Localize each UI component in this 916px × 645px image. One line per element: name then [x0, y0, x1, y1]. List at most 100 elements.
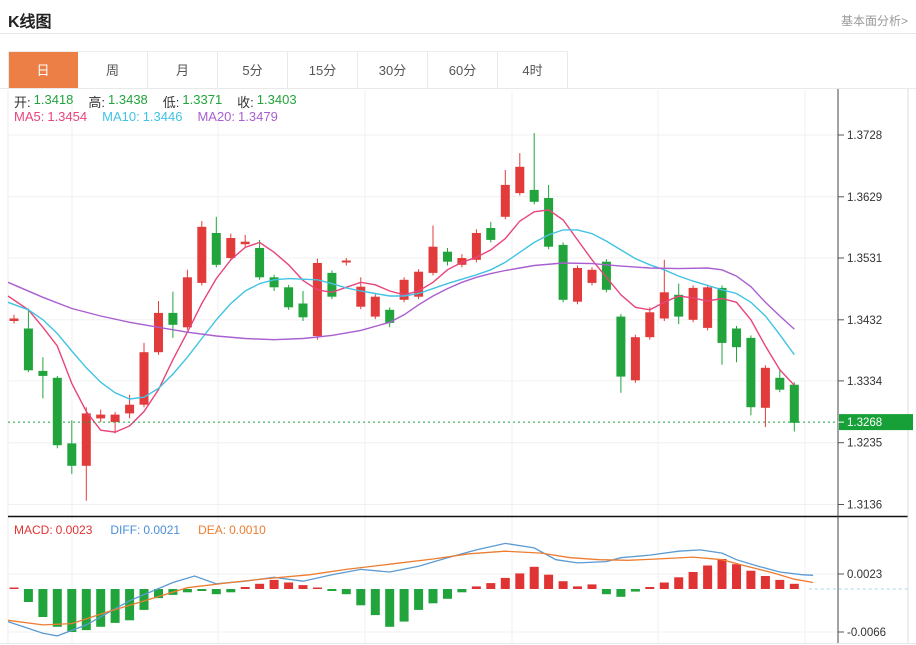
candle: [197, 227, 206, 283]
candle: [38, 371, 47, 376]
candle: [515, 167, 524, 193]
candle: [588, 270, 597, 283]
macd-histogram-bar: [241, 587, 250, 589]
macd-histogram-bar: [255, 584, 264, 589]
candle: [689, 288, 698, 320]
macd-histogram-bar: [96, 589, 105, 627]
macd-histogram-bar: [790, 584, 799, 589]
candle: [443, 252, 452, 262]
macd-histogram-bar: [559, 581, 568, 589]
kline-widget: K线图 基本面分析> 日周月5分15分30分60分4时 开:1.3418 高:1…: [0, 0, 916, 645]
candle: [111, 415, 120, 423]
candle: [429, 247, 438, 273]
candle: [168, 313, 177, 325]
macd-histogram-bar: [761, 576, 770, 589]
candle: [313, 263, 322, 336]
macd-histogram-bar: [588, 584, 597, 589]
macd-histogram-bar: [703, 566, 712, 590]
candle: [241, 242, 250, 245]
candle: [96, 415, 105, 419]
candle: [486, 228, 495, 240]
macd-histogram-bar: [342, 589, 351, 594]
macd-histogram-bar: [515, 573, 524, 589]
candle: [660, 292, 669, 318]
candle: [226, 238, 235, 258]
macd-histogram-bar: [718, 559, 727, 589]
candle: [53, 378, 62, 445]
price-tick-label: 1.3432: [847, 315, 882, 327]
price-tick-label: 1.3136: [847, 500, 882, 512]
candle: [183, 277, 192, 327]
macd-histogram-bar: [530, 567, 539, 589]
macd-histogram-bar: [616, 589, 625, 597]
macd-histogram-bar: [631, 589, 640, 592]
macd-histogram-bar: [775, 580, 784, 589]
macd-histogram-bar: [327, 589, 336, 591]
macd-histogram-bar: [38, 589, 47, 617]
macd-histogram-bar: [356, 589, 365, 605]
candle: [732, 329, 741, 348]
candle: [602, 262, 611, 290]
macd-histogram-bar: [746, 571, 755, 589]
macd-histogram-bar: [24, 589, 33, 602]
price-tick-label: 1.3235: [847, 438, 882, 450]
candle: [544, 198, 553, 247]
macd-histogram-bar: [443, 589, 452, 599]
macd-histogram-bar: [371, 589, 380, 615]
price-tick-label: 1.3531: [847, 253, 882, 265]
macd-histogram-bar: [645, 587, 654, 589]
macd-histogram-bar: [486, 583, 495, 589]
macd-histogram-bar: [660, 583, 669, 590]
candle: [284, 287, 293, 307]
macd-histogram-bar: [111, 589, 120, 623]
candle: [67, 443, 76, 465]
macd-histogram-bar: [53, 589, 62, 627]
candle: [790, 385, 799, 423]
macd-histogram-bar: [385, 589, 394, 627]
candle: [10, 319, 19, 322]
macd-histogram-bar: [414, 589, 423, 610]
candle: [616, 317, 625, 377]
candle: [255, 248, 264, 277]
macd-histogram-bar: [573, 586, 582, 589]
candle: [573, 268, 582, 302]
candle: [631, 337, 640, 380]
candle: [24, 329, 33, 371]
macd-histogram-bar: [400, 589, 409, 622]
macd-histogram-bar: [197, 589, 206, 591]
candle: [761, 368, 770, 408]
macd-histogram-bar: [674, 577, 683, 589]
macd-histogram-bar: [472, 586, 481, 589]
candle: [645, 312, 654, 337]
macd-histogram-bar: [313, 588, 322, 590]
candle: [746, 338, 755, 407]
macd-histogram-bar: [226, 589, 235, 592]
candle: [299, 304, 308, 318]
candle: [82, 413, 91, 465]
candle: [530, 190, 539, 202]
candle: [703, 287, 712, 328]
macd-histogram-bar: [212, 589, 221, 594]
macd-histogram-bar: [732, 564, 741, 589]
macd-histogram-bar: [10, 588, 19, 590]
macd-histogram-bar: [429, 589, 438, 603]
macd-histogram-bar: [67, 589, 76, 632]
candle: [559, 245, 568, 300]
macd-histogram-bar: [457, 589, 466, 592]
candle: [371, 297, 380, 317]
kline-chart[interactable]: 1.37281.36291.35311.34321.33341.32351.31…: [0, 0, 916, 645]
candle: [212, 233, 221, 265]
candle: [125, 405, 134, 414]
macd-histogram-bar: [602, 589, 611, 594]
macd-histogram-bar: [689, 572, 698, 589]
macd-tick-label: 0.0023: [847, 569, 882, 581]
price-tick-label: 1.3334: [847, 376, 883, 388]
candle: [775, 378, 784, 390]
macd-histogram-bar: [284, 583, 293, 590]
last-price-label: 1.3268: [847, 417, 882, 429]
macd-histogram-bar: [270, 580, 279, 589]
macd-histogram-bar: [501, 578, 510, 589]
candle: [270, 277, 279, 287]
candle: [154, 313, 163, 352]
price-tick-label: 1.3629: [847, 192, 882, 204]
